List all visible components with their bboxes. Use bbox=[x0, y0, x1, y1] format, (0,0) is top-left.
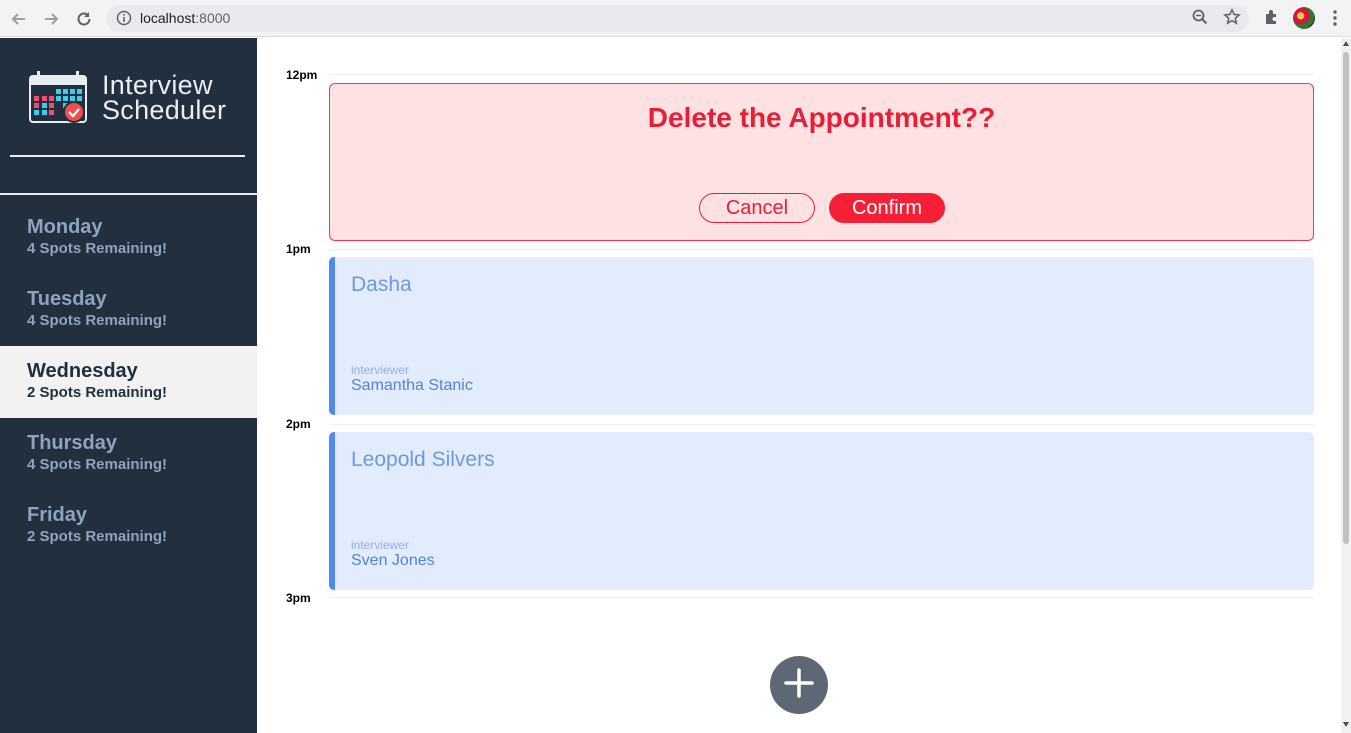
interviewer-label: interviewer bbox=[351, 538, 410, 552]
scrollbar-thumb[interactable] bbox=[1343, 52, 1349, 544]
zoom-icon[interactable] bbox=[1191, 8, 1209, 31]
url-text: localhost:8000 bbox=[140, 10, 230, 26]
day-item-wednesday[interactable]: Wednesday 2 Spots Remaining! bbox=[0, 346, 257, 418]
add-appointment-button[interactable] bbox=[770, 656, 828, 714]
sidebar: Interview Scheduler Monday 4 Spots Remai… bbox=[0, 38, 257, 733]
menu-icon[interactable] bbox=[1333, 9, 1337, 27]
forward-icon[interactable] bbox=[40, 8, 62, 30]
cancel-button[interactable]: Cancel bbox=[699, 193, 815, 223]
scroll-up-icon[interactable] bbox=[1343, 41, 1349, 46]
divider bbox=[10, 155, 245, 157]
scroll-down-icon[interactable] bbox=[1343, 722, 1349, 727]
day-spots: 4 Spots Remaining! bbox=[27, 312, 168, 329]
day-spots: 2 Spots Remaining! bbox=[27, 528, 168, 545]
time-label: 1pm bbox=[286, 242, 311, 256]
delete-confirm-message: Delete the Appointment?? bbox=[647, 102, 996, 133]
brand-line-2: Scheduler bbox=[102, 95, 227, 125]
interviewer-name: Samantha Stanic bbox=[351, 377, 473, 394]
url-host: localhost bbox=[140, 10, 196, 26]
day-spots: 2 Spots Remaining! bbox=[27, 384, 168, 401]
time-divider bbox=[330, 74, 1314, 75]
day-name: Monday bbox=[27, 216, 103, 238]
day-name: Thursday bbox=[27, 432, 118, 454]
delete-confirm-card: Delete the Appointment?? Cancel Confirm bbox=[329, 83, 1314, 241]
app-brand: Interview Scheduler bbox=[102, 72, 227, 125]
calendar-logo-icon bbox=[28, 70, 88, 131]
plus-icon bbox=[783, 667, 815, 704]
appointment-card[interactable]: Dasha interviewer Samantha Stanic bbox=[329, 257, 1314, 415]
back-icon[interactable] bbox=[8, 8, 30, 30]
appointment-card[interactable]: Leopold Silvers interviewer Sven Jones bbox=[329, 432, 1314, 590]
address-bar[interactable]: localhost:8000 bbox=[106, 5, 1249, 32]
time-label: 12pm bbox=[286, 68, 318, 82]
day-item-monday[interactable]: Monday 4 Spots Remaining! bbox=[0, 202, 257, 274]
reload-icon[interactable] bbox=[73, 8, 95, 30]
confirm-button[interactable]: Confirm bbox=[829, 193, 945, 223]
url-port: :8000 bbox=[195, 10, 231, 26]
scrollbar[interactable] bbox=[1341, 38, 1351, 733]
day-spots: 4 Spots Remaining! bbox=[27, 456, 168, 473]
day-name: Tuesday bbox=[27, 288, 107, 310]
student-name: Dasha bbox=[351, 273, 412, 296]
day-name: Friday bbox=[27, 504, 88, 526]
day-item-thursday[interactable]: Thursday 4 Spots Remaining! bbox=[0, 418, 257, 490]
profile-avatar[interactable] bbox=[1293, 7, 1315, 29]
day-spots: 4 Spots Remaining! bbox=[27, 240, 168, 257]
day-name: Wednesday bbox=[27, 360, 138, 382]
time-label: 3pm bbox=[286, 591, 311, 605]
time-divider bbox=[330, 249, 1314, 250]
day-item-tuesday[interactable]: Tuesday 4 Spots Remaining! bbox=[0, 274, 257, 346]
browser-toolbar: localhost:8000 bbox=[0, 0, 1351, 37]
time-divider bbox=[330, 597, 1314, 598]
interviewer-name: Sven Jones bbox=[351, 552, 435, 569]
schedule: 12pm Delete the Appointment?? Cancel Con… bbox=[258, 38, 1341, 733]
extensions-icon[interactable] bbox=[1263, 8, 1281, 31]
divider bbox=[0, 193, 257, 195]
time-divider bbox=[330, 424, 1314, 425]
star-icon[interactable] bbox=[1223, 7, 1241, 31]
day-item-friday[interactable]: Friday 2 Spots Remaining! bbox=[0, 490, 257, 562]
time-label: 2pm bbox=[286, 417, 311, 431]
info-icon[interactable] bbox=[116, 10, 132, 31]
interviewer-label: interviewer bbox=[351, 363, 410, 377]
student-name: Leopold Silvers bbox=[351, 448, 495, 471]
